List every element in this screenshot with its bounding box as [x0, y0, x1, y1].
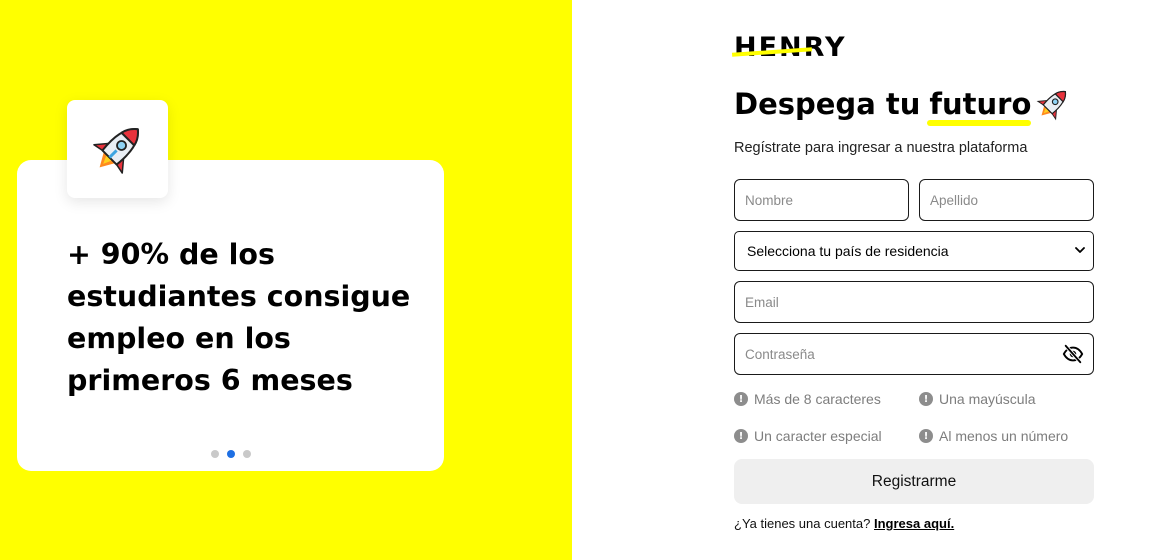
requirement-special-char: ! Un caracter especial	[734, 428, 882, 444]
requirement-label: Un caracter especial	[754, 428, 882, 444]
carousel-dot-2[interactable]	[227, 450, 235, 458]
headline-prefix: Despega tu	[734, 87, 921, 121]
country-select[interactable]: Selecciona tu país de residencia	[734, 231, 1094, 271]
requirement-label: Una mayúscula	[939, 391, 1036, 407]
exclamation-circle-icon: !	[734, 429, 748, 443]
password-input[interactable]	[734, 333, 1094, 375]
rocket-icon	[1036, 90, 1067, 121]
rocket-icon	[92, 128, 139, 174]
eye-slash-icon[interactable]	[1062, 343, 1084, 365]
requirement-uppercase: ! Una mayúscula	[919, 391, 1036, 407]
country-select-value: Selecciona tu país de residencia	[747, 243, 949, 259]
requirement-min-length: ! Más de 8 caracteres	[734, 391, 881, 407]
first-name-input[interactable]	[734, 179, 909, 221]
requirement-number: ! Al menos un número	[919, 428, 1068, 444]
requirement-label: Más de 8 caracteres	[754, 391, 881, 407]
email-input[interactable]	[734, 281, 1094, 323]
exclamation-circle-icon: !	[919, 392, 933, 406]
promo-panel: + 90% de los estudiantes consigue empleo…	[0, 0, 572, 560]
carousel-dot-1[interactable]	[211, 450, 219, 458]
exclamation-circle-icon: !	[734, 392, 748, 406]
headline-highlight: futuro	[927, 87, 1032, 126]
exclamation-circle-icon: !	[919, 429, 933, 443]
login-link[interactable]: Ingresa aquí.	[874, 516, 954, 531]
page-title: Despega tu futuro	[734, 84, 1073, 126]
register-button[interactable]: Registrarme	[734, 459, 1094, 504]
login-prompt: ¿Ya tienes una cuenta? Ingresa aquí.	[734, 516, 954, 531]
last-name-input[interactable]	[919, 179, 1094, 221]
henry-logo: HENRY	[731, 34, 864, 62]
carousel-dot-3[interactable]	[243, 450, 251, 458]
requirement-label: Al menos un número	[939, 428, 1069, 444]
login-question: ¿Ya tienes una cuenta?	[734, 516, 871, 531]
chevron-down-icon	[1075, 247, 1085, 253]
carousel-dots	[211, 450, 251, 458]
promo-card: + 90% de los estudiantes consigue empleo…	[17, 160, 444, 471]
promo-text: + 90% de los estudiantes consigue empleo…	[67, 238, 411, 397]
rocket-tile	[67, 100, 168, 198]
subtitle: Regístrate para ingresar a nuestra plata…	[734, 140, 1028, 156]
